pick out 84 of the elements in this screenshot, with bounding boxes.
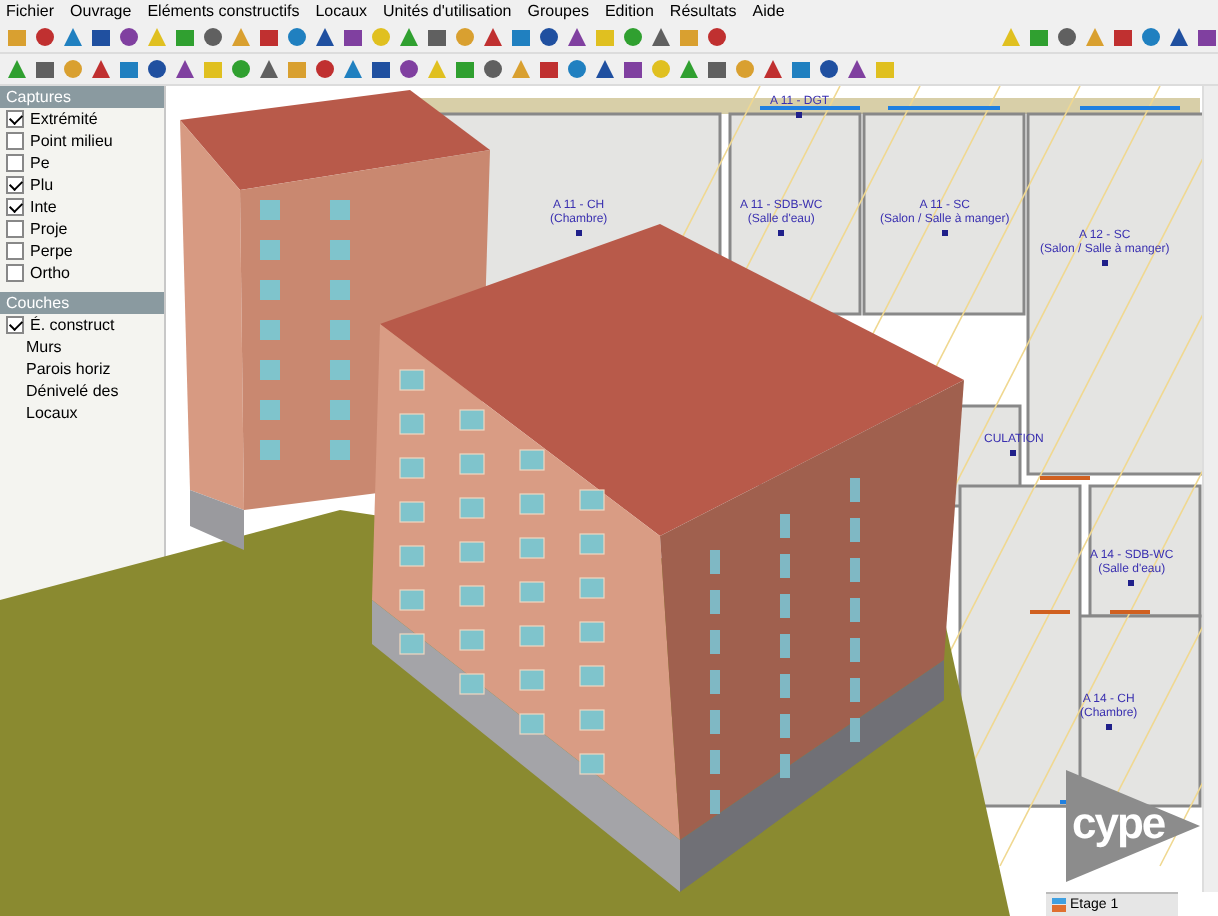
round-tool-icon[interactable] [538, 26, 560, 48]
floor-icon [1052, 898, 1066, 912]
square-tool-icon[interactable] [90, 26, 112, 48]
panel-header: Captures [0, 86, 164, 108]
checkbox[interactable] [6, 110, 24, 128]
menu-item[interactable]: Ouvrage [70, 2, 132, 20]
square-tool-icon[interactable] [34, 58, 56, 80]
checkbox[interactable] [6, 198, 24, 216]
triangle-tool-icon[interactable] [398, 26, 420, 48]
checkbox[interactable] [6, 316, 24, 334]
round-tool-icon[interactable] [482, 58, 504, 80]
round-tool-icon[interactable] [286, 26, 308, 48]
checkbox[interactable] [6, 242, 24, 260]
triangle-tool-icon[interactable] [482, 26, 504, 48]
menu-item[interactable]: Unités d'utilisation [383, 2, 512, 20]
checkbox[interactable] [6, 264, 24, 282]
snap-option-label: Ortho [30, 264, 71, 282]
snap-option-label: Perpe [30, 242, 73, 260]
square-tool-icon[interactable] [1028, 26, 1050, 48]
round-tool-icon[interactable] [118, 26, 140, 48]
round-tool-icon[interactable] [146, 58, 168, 80]
checkbox[interactable] [6, 176, 24, 194]
triangle-tool-icon[interactable] [846, 58, 868, 80]
triangle-tool-icon[interactable] [342, 58, 364, 80]
square-tool-icon[interactable] [622, 58, 644, 80]
triangle-tool-icon[interactable] [594, 58, 616, 80]
layer-label: Parois horiz [26, 360, 111, 378]
square-tool-icon[interactable] [118, 58, 140, 80]
round-tool-icon[interactable] [314, 58, 336, 80]
square-tool-icon[interactable] [426, 26, 448, 48]
snap-option-label: Pe [30, 154, 50, 172]
square-tool-icon[interactable] [1196, 26, 1218, 48]
round-tool-icon[interactable] [706, 26, 728, 48]
square-tool-icon[interactable] [342, 26, 364, 48]
triangle-tool-icon[interactable] [650, 26, 672, 48]
checkbox[interactable] [6, 154, 24, 172]
round-tool-icon[interactable] [398, 58, 420, 80]
triangle-tool-icon[interactable] [566, 26, 588, 48]
snap-option-label: Plu [30, 176, 54, 194]
square-tool-icon[interactable] [174, 26, 196, 48]
menu-item[interactable]: Aide [752, 2, 785, 20]
snap-option-label: Extrémité [30, 110, 98, 128]
triangle-tool-icon[interactable] [90, 58, 112, 80]
square-tool-icon[interactable] [706, 58, 728, 80]
triangle-tool-icon[interactable] [1168, 26, 1190, 48]
layer-label: Murs [26, 338, 62, 356]
layer-label: É. construct [30, 316, 115, 334]
snap-option-label: Inte [30, 198, 57, 216]
round-tool-icon[interactable] [1056, 26, 1078, 48]
square-tool-icon[interactable] [538, 58, 560, 80]
round-tool-icon[interactable] [566, 58, 588, 80]
round-tool-icon[interactable] [622, 26, 644, 48]
menu-item[interactable]: Groupes [527, 2, 589, 20]
round-tool-icon[interactable] [1140, 26, 1162, 48]
snap-option-label: Proje [30, 220, 68, 238]
round-tool-icon[interactable] [202, 26, 224, 48]
round-tool-icon[interactable] [230, 58, 252, 80]
layer-label: Locaux [26, 404, 78, 422]
triangle-tool-icon[interactable] [762, 58, 784, 80]
triangle-tool-icon[interactable] [62, 26, 84, 48]
menu-item[interactable]: Locaux [315, 2, 368, 20]
checkbox[interactable] [6, 220, 24, 238]
triangle-tool-icon[interactable] [174, 58, 196, 80]
menu-item[interactable]: Edition [604, 2, 654, 20]
layer-label: Dénivelé des [26, 382, 119, 400]
menu-item[interactable]: Résultats [669, 2, 737, 20]
round-tool-icon[interactable] [34, 26, 56, 48]
vertical-scrollbar[interactable] [1202, 86, 1218, 892]
triangle-tool-icon[interactable] [6, 58, 28, 80]
snap-option-label: Point milieu [30, 132, 113, 150]
square-tool-icon[interactable] [258, 26, 280, 48]
square-tool-icon[interactable] [1112, 26, 1134, 48]
triangle-tool-icon[interactable] [314, 26, 336, 48]
round-tool-icon[interactable] [818, 58, 840, 80]
panel-header: Couches [0, 292, 164, 314]
menu-item[interactable]: Fichier [6, 2, 55, 20]
menu-item[interactable]: Eléments constructifs [147, 2, 300, 20]
square-tool-icon[interactable] [510, 26, 532, 48]
square-tool-icon[interactable] [454, 58, 476, 80]
checkbox[interactable] [6, 132, 24, 150]
square-tool-icon[interactable] [370, 58, 392, 80]
triangle-tool-icon[interactable] [258, 58, 280, 80]
triangle-tool-icon[interactable] [678, 58, 700, 80]
square-tool-icon[interactable] [790, 58, 812, 80]
